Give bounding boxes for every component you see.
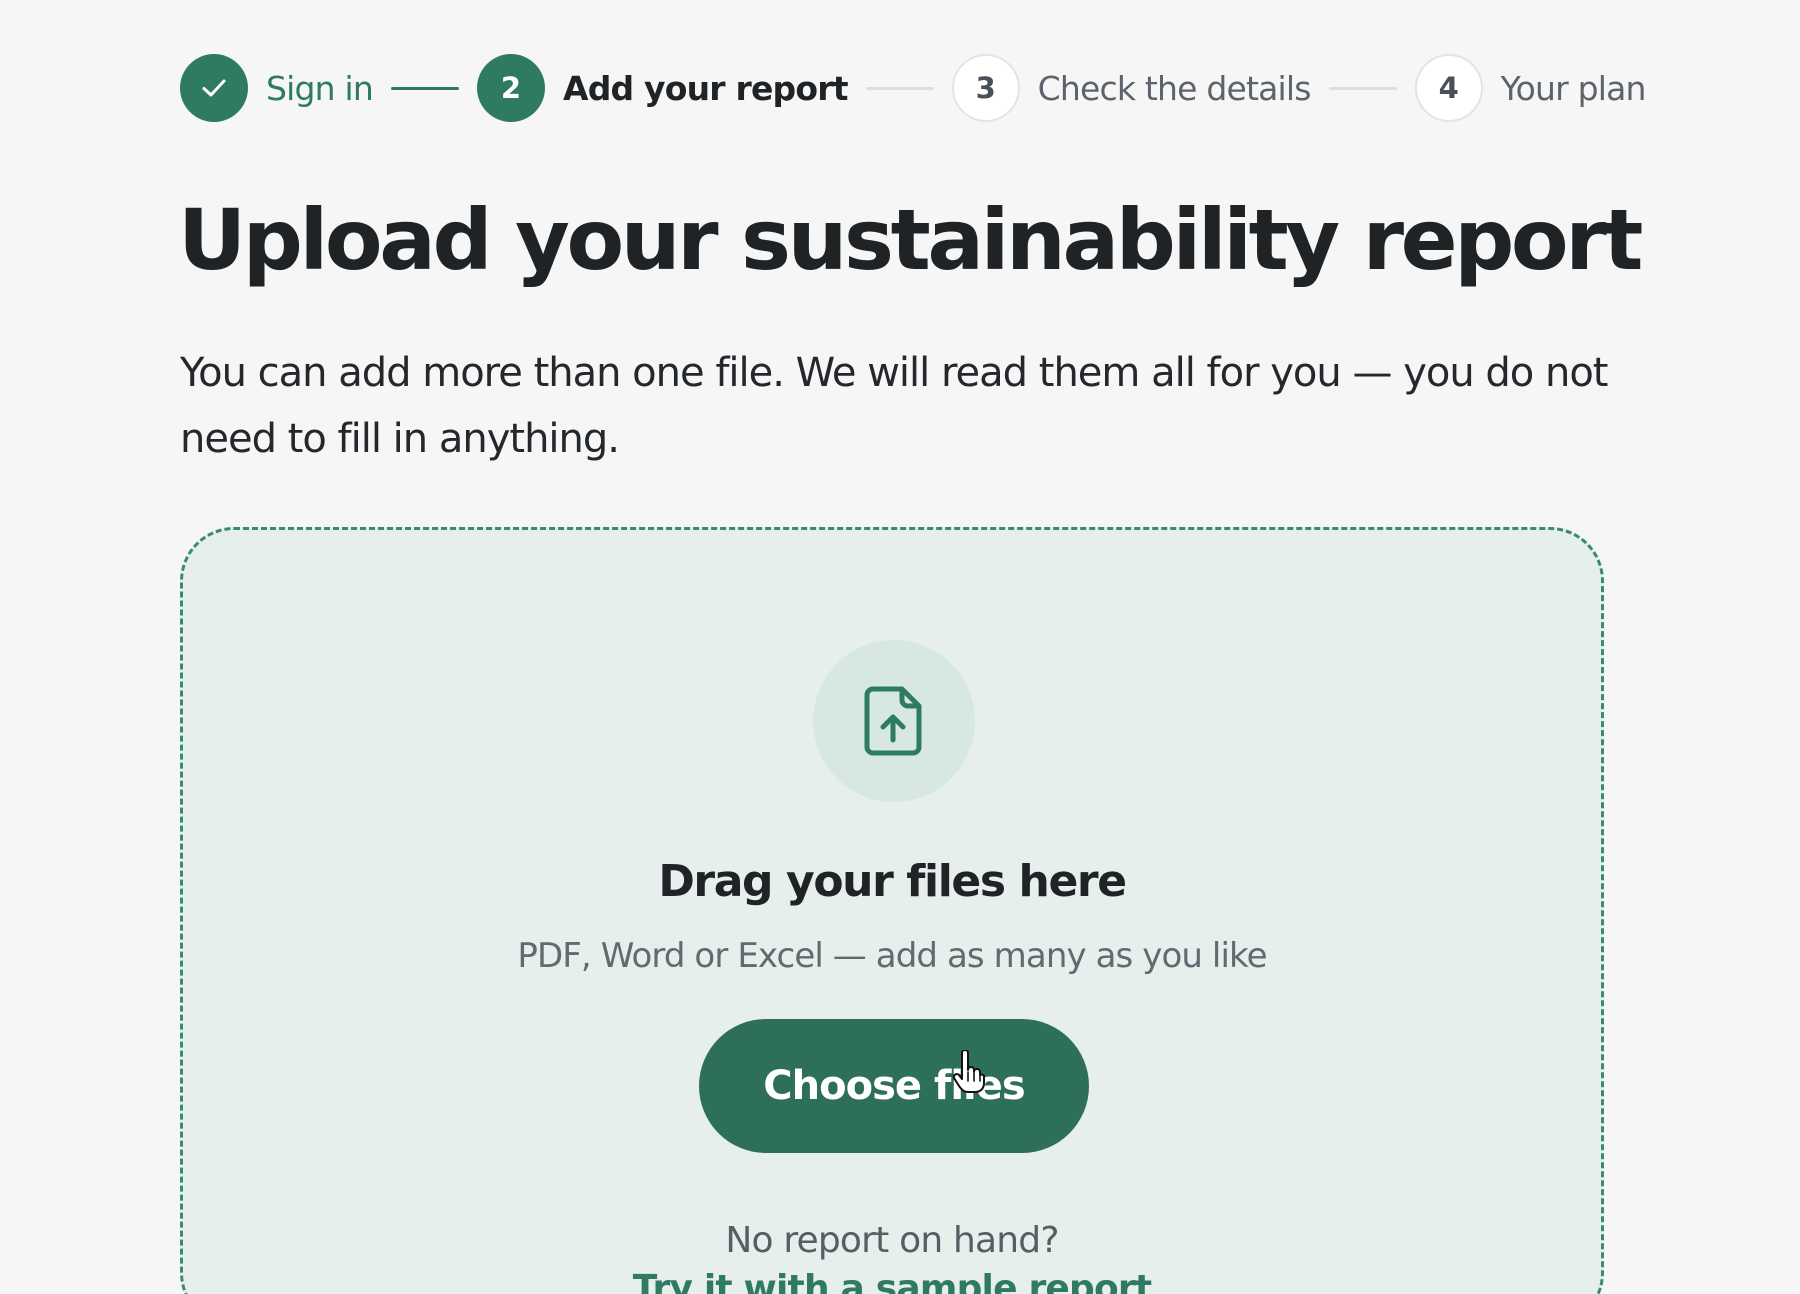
dropzone-subtitle: PDF, Word or Excel — add as many as you … [517, 936, 1267, 976]
step-add-report: 2 Add your report [476, 54, 849, 122]
choose-files-button[interactable]: Choose files [699, 1019, 1089, 1153]
file-upload-icon [864, 686, 922, 756]
page-intro: You can add more than one file. We will … [180, 350, 1608, 462]
step-check-details: 3 Check the details [951, 54, 1312, 122]
step-connector-2 [865, 86, 934, 90]
dropzone-title: Drag your files here [658, 856, 1127, 907]
step-1-check-icon [180, 54, 248, 122]
progress-stepper: Sign in 2 Add your report 3 Check the de… [180, 54, 1646, 122]
step-3-label: Check the details [1037, 68, 1312, 108]
page-title: Upload your sustainability report [178, 191, 1643, 289]
file-icon-badge [813, 640, 975, 802]
upload-page: Sign in 2 Add your report 3 Check the de… [0, 0, 1800, 1294]
step-3-number: 3 [951, 54, 1020, 122]
step-4-label: Your plan [1500, 68, 1647, 108]
sample-report-link[interactable]: Try it with a sample report [183, 1266, 1601, 1294]
no-report-text: No report on hand? [725, 1220, 1059, 1261]
file-dropzone[interactable]: Drag your files here PDF, Word or Excel … [180, 527, 1604, 1294]
step-4-number: 4 [1414, 54, 1483, 122]
step-1-label: Sign in [266, 68, 374, 108]
step-2-number: 2 [476, 54, 545, 122]
step-connector-1 [390, 86, 459, 90]
check-icon [202, 79, 226, 97]
step-2-label: Add your report [562, 68, 849, 108]
step-connector-3 [1328, 86, 1397, 90]
step-sign-in: Sign in [180, 54, 374, 122]
step-your-plan: 4 Your plan [1414, 54, 1647, 122]
hand-pointer-cursor-icon [952, 1050, 985, 1093]
